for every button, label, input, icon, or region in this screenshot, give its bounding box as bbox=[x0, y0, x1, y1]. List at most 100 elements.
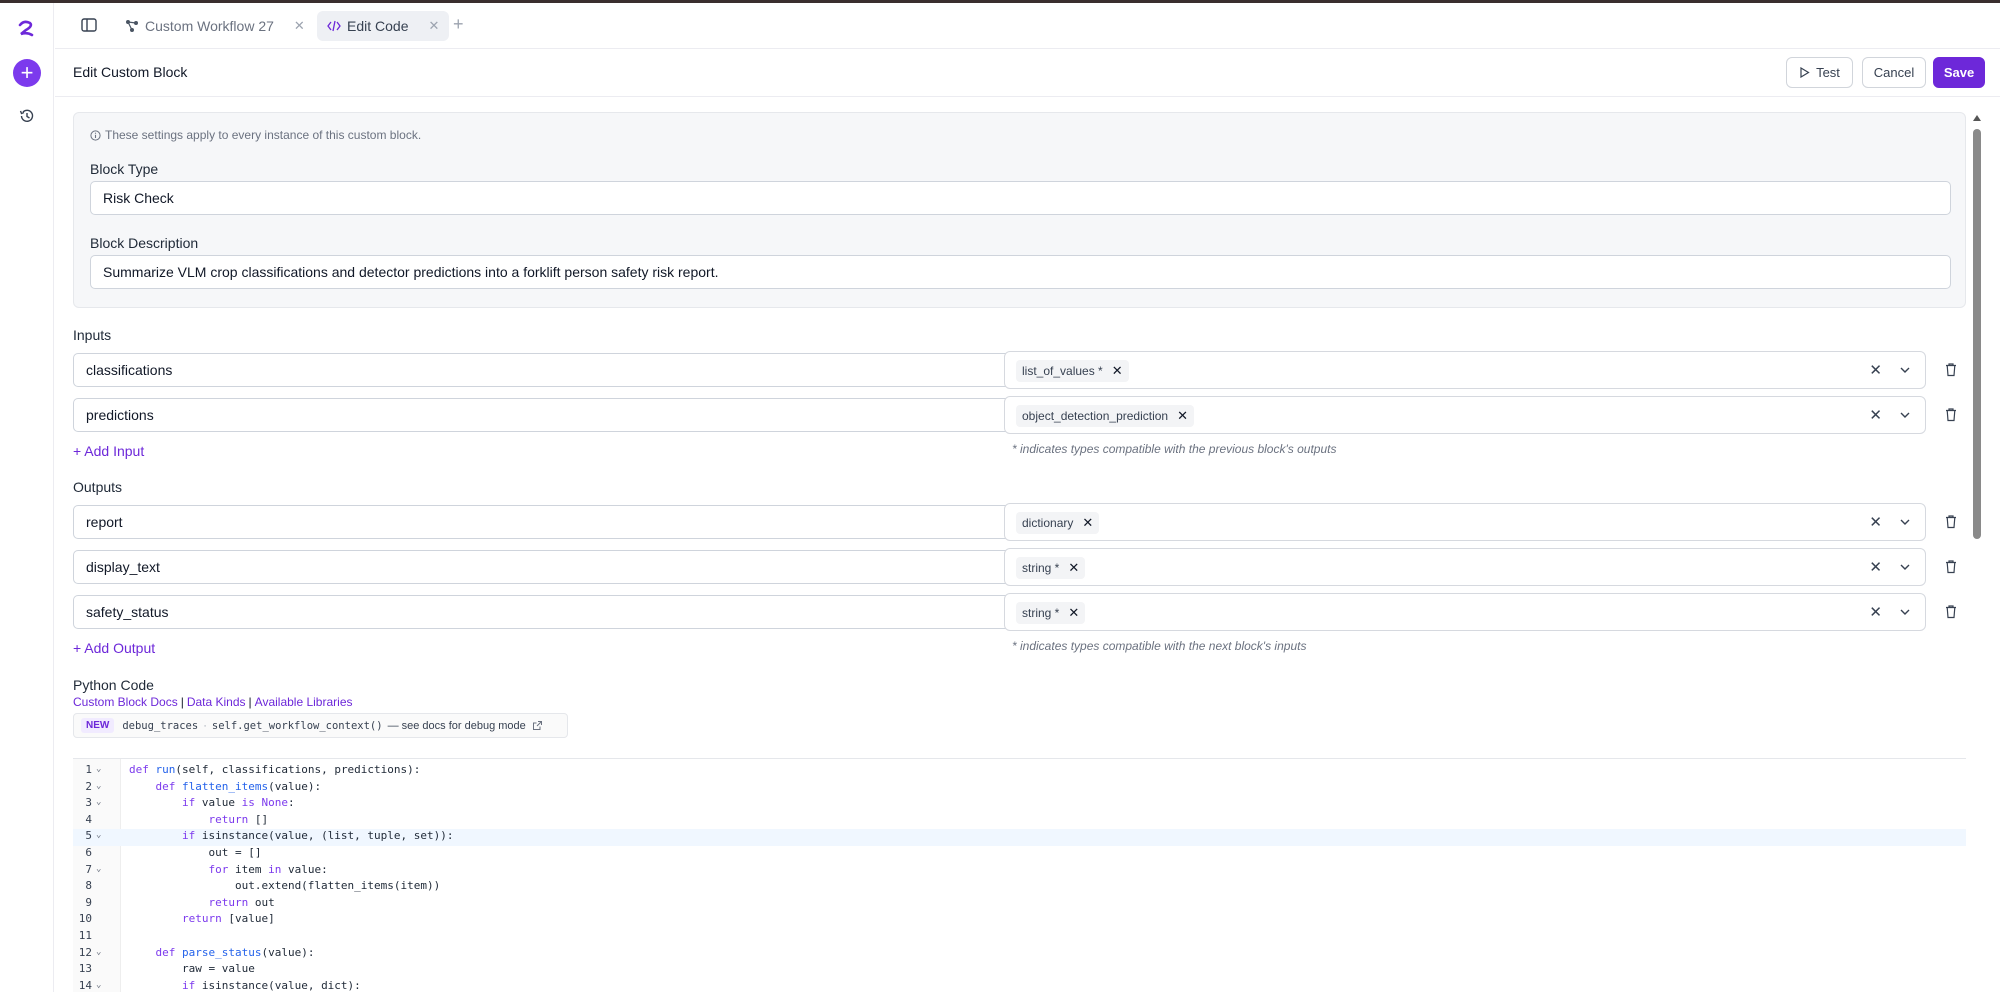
save-button[interactable]: Save bbox=[1933, 57, 1985, 88]
kind-chip: dictionary ✕ bbox=[1016, 512, 1100, 534]
code-line[interactable]: 10 return [value] bbox=[73, 912, 1966, 929]
remove-chip-icon[interactable]: ✕ bbox=[1068, 560, 1079, 576]
fold-chevron-icon[interactable]: ⌄ bbox=[96, 980, 101, 990]
remove-chip-icon[interactable]: ✕ bbox=[1068, 605, 1079, 621]
fold-chevron-icon[interactable]: ⌄ bbox=[96, 781, 101, 791]
scrollbar-thumb[interactable] bbox=[1973, 129, 1981, 539]
block-description-input[interactable]: Summarize VLM crop classifications and d… bbox=[90, 255, 1951, 289]
code-line[interactable]: 2 ⌄ def flatten_items(value): bbox=[73, 780, 1966, 797]
add-output-link[interactable]: + Add Output bbox=[73, 640, 155, 656]
code-line[interactable]: 6 out = [] bbox=[73, 846, 1966, 863]
scrollbar[interactable] bbox=[1973, 115, 1981, 992]
sidebar-toggle-icon[interactable] bbox=[80, 16, 98, 34]
output-kind-select[interactable]: string * ✕ ✕ bbox=[1004, 593, 1926, 631]
output-name-field[interactable]: safety_status bbox=[73, 595, 1014, 629]
data-kinds-link[interactable]: Data Kinds bbox=[187, 695, 246, 709]
settings-note: These settings apply to every instance o… bbox=[90, 128, 421, 142]
code-line[interactable]: 14 ⌄ if isinstance(value, dict): bbox=[73, 979, 1966, 992]
input-kind-select[interactable]: list_of_values * ✕ ✕ bbox=[1004, 351, 1926, 389]
tab-label: Custom Workflow 27 bbox=[145, 18, 274, 34]
trash-icon[interactable] bbox=[1944, 407, 1958, 422]
clear-icon[interactable]: ✕ bbox=[1869, 406, 1882, 424]
close-tab-icon[interactable]: ✕ bbox=[428, 18, 439, 34]
block-type-input[interactable]: Risk Check bbox=[90, 181, 1951, 215]
code-line[interactable]: 12 ⌄ def parse_status(value): bbox=[73, 946, 1966, 963]
clear-icon[interactable]: ✕ bbox=[1869, 361, 1882, 379]
input-name-field[interactable]: classifications bbox=[73, 353, 1014, 387]
scroll-up-arrow[interactable] bbox=[1973, 115, 1981, 121]
fold-chevron-icon[interactable]: ⌄ bbox=[96, 797, 101, 807]
new-feature-banner[interactable]: NEW debug_traces · self.get_workflow_con… bbox=[73, 713, 568, 738]
history-icon[interactable] bbox=[18, 107, 36, 125]
python-code-heading: Python Code bbox=[73, 677, 154, 693]
app-logo-icon[interactable] bbox=[14, 18, 38, 42]
code-line[interactable]: 5 ⌄ if isinstance(value, (list, tuple, se… bbox=[73, 829, 1966, 846]
code-text: return [value] bbox=[181, 912, 275, 926]
kind-chip-label: object_detection_prediction bbox=[1022, 409, 1169, 423]
outputs-heading: Outputs bbox=[73, 479, 123, 495]
output-kind-select[interactable]: string * ✕ ✕ bbox=[1004, 548, 1926, 586]
code-line[interactable]: 3 ⌄ if value is None: bbox=[73, 796, 1966, 813]
add-tab-icon[interactable]: + bbox=[453, 14, 464, 35]
code-text: if isinstance(value, (list, tuple, set))… bbox=[181, 829, 454, 843]
test-button[interactable]: Test bbox=[1786, 57, 1853, 88]
code-line[interactable]: 13 raw = value bbox=[73, 962, 1966, 979]
remove-chip-icon[interactable]: ✕ bbox=[1112, 363, 1123, 379]
code-editor[interactable]: 1 ⌄ def run(self, classifications, predict… bbox=[73, 758, 1966, 992]
kind-chip: string * ✕ bbox=[1016, 557, 1086, 579]
main-content: These settings apply to every instance o… bbox=[55, 98, 1980, 992]
chevron-down-icon[interactable] bbox=[1899, 561, 1911, 573]
remove-chip-icon[interactable]: ✕ bbox=[1177, 408, 1188, 424]
code-icon bbox=[327, 19, 341, 33]
line-number: 6 bbox=[85, 846, 92, 859]
trash-icon[interactable] bbox=[1944, 604, 1958, 619]
code-line[interactable]: 4 return [] bbox=[73, 813, 1966, 830]
output-name-field[interactable]: display_text bbox=[73, 550, 1014, 584]
output-kind-select[interactable]: dictionary ✕ ✕ bbox=[1004, 503, 1926, 541]
trash-icon[interactable] bbox=[1944, 362, 1958, 377]
chevron-down-icon[interactable] bbox=[1899, 409, 1911, 421]
fold-chevron-icon[interactable]: ⌄ bbox=[96, 864, 101, 874]
debug-mode-text: — see docs for debug mode bbox=[387, 719, 526, 732]
fold-chevron-icon[interactable]: ⌄ bbox=[96, 947, 101, 957]
kind-chip-label: string * bbox=[1022, 606, 1060, 620]
workflow-context-code: self.get_workflow_context() bbox=[211, 719, 383, 732]
clear-icon[interactable]: ✕ bbox=[1869, 558, 1882, 576]
chevron-down-icon[interactable] bbox=[1899, 516, 1911, 528]
available-libraries-link[interactable]: Available Libraries bbox=[255, 695, 353, 709]
code-text: out.extend(flatten_items(item)) bbox=[129, 879, 441, 893]
chevron-down-icon[interactable] bbox=[1899, 364, 1911, 376]
code-line[interactable]: 9 return out bbox=[73, 896, 1966, 913]
code-text: if isinstance(value, dict): bbox=[181, 978, 361, 992]
tab-edit-code[interactable]: Edit Code ✕ bbox=[317, 11, 450, 41]
add-input-link[interactable]: + Add Input bbox=[73, 443, 144, 459]
clear-icon[interactable]: ✕ bbox=[1869, 513, 1882, 531]
fold-chevron-icon[interactable]: ⌄ bbox=[96, 830, 101, 840]
clear-icon[interactable]: ✕ bbox=[1869, 603, 1882, 621]
kind-chip-label: list_of_values * bbox=[1022, 364, 1103, 378]
code-line[interactable]: 7 ⌄ for item in value: bbox=[73, 863, 1966, 880]
code-line[interactable]: 1 ⌄ def run(self, classifications, predict… bbox=[73, 763, 1966, 780]
code-text: if value is None: bbox=[181, 796, 295, 810]
kind-chip: string * ✕ bbox=[1016, 602, 1086, 624]
trash-icon[interactable] bbox=[1944, 514, 1958, 529]
fold-chevron-icon[interactable]: ⌄ bbox=[96, 764, 101, 774]
input-name-field[interactable]: predictions bbox=[73, 398, 1014, 432]
line-number: 10 bbox=[78, 912, 92, 926]
chevron-down-icon[interactable] bbox=[1899, 606, 1911, 618]
inputs-hint: * indicates types compatible with the pr… bbox=[1012, 442, 1337, 456]
kind-chip-label: dictionary bbox=[1022, 516, 1074, 530]
input-kind-select[interactable]: object_detection_prediction ✕ ✕ bbox=[1004, 396, 1926, 434]
code-line[interactable]: 11 bbox=[73, 929, 1966, 946]
new-workflow-button[interactable]: + bbox=[13, 59, 41, 87]
trash-icon[interactable] bbox=[1944, 559, 1958, 574]
line-number: 12 bbox=[78, 945, 92, 959]
cancel-button[interactable]: Cancel bbox=[1862, 57, 1926, 88]
tab-custom-workflow[interactable]: Custom Workflow 27 ✕ bbox=[115, 11, 315, 41]
remove-chip-icon[interactable]: ✕ bbox=[1082, 515, 1093, 531]
close-tab-icon[interactable]: ✕ bbox=[294, 18, 305, 34]
output-name-field[interactable]: report bbox=[73, 505, 1014, 539]
custom-block-docs-link[interactable]: Custom Block Docs bbox=[73, 695, 178, 709]
code-line[interactable]: 8 out.extend(flatten_items(item)) bbox=[73, 879, 1966, 896]
new-badge: NEW bbox=[81, 718, 115, 733]
